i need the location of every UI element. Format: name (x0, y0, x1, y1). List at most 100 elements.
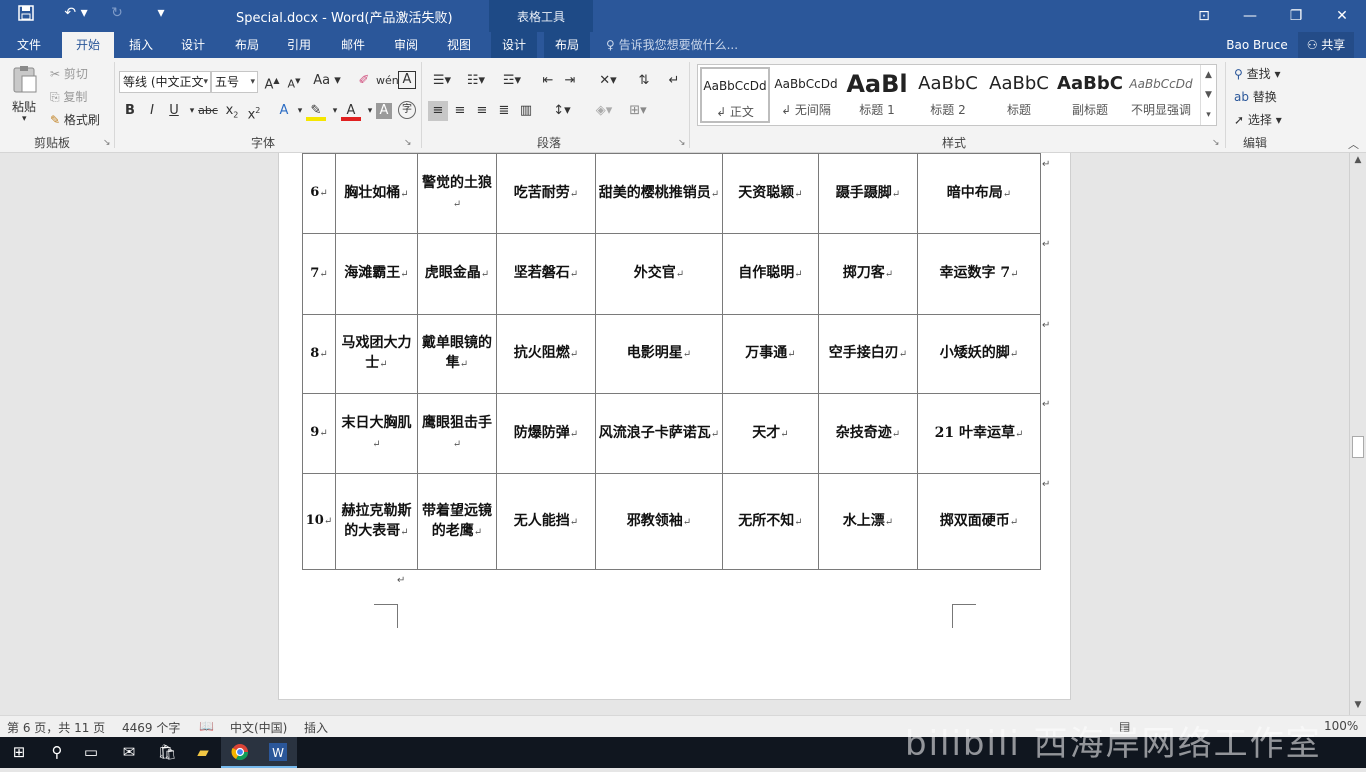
word-icon[interactable]: W (259, 737, 297, 768)
tab-table-design[interactable]: 设计 (491, 32, 537, 58)
tab-review[interactable]: 审阅 (383, 32, 429, 58)
zoom-level[interactable]: 100% (1324, 719, 1358, 733)
tab-mailings[interactable]: 邮件 (330, 32, 376, 58)
row-number[interactable]: 7↵ (302, 233, 336, 315)
tab-table-layout[interactable]: 布局 (544, 32, 590, 58)
page-count[interactable]: 第 6 页，共 11 页 (7, 719, 105, 736)
style-heading-1[interactable]: AaBl 标题 1 (842, 67, 912, 123)
minimize-button[interactable]: — (1227, 0, 1273, 32)
maximize-button[interactable]: ❐ (1273, 0, 1319, 32)
table-cell[interactable]: 天才↵ (722, 393, 819, 474)
table-cell[interactable]: 21 叶幸运草↵ (917, 393, 1041, 474)
table-cell[interactable]: 邪教领袖↵ (595, 473, 723, 570)
save-icon[interactable] (14, 5, 38, 25)
tell-me-box[interactable]: ♀ 告诉我您想要做什么... (606, 32, 756, 58)
enclose-characters-icon[interactable]: 字 (398, 101, 416, 119)
strikethrough-icon[interactable]: abc (198, 101, 218, 121)
user-name[interactable]: Bao Bruce (1222, 32, 1292, 58)
shading-icon[interactable]: ◈▾ (590, 101, 618, 121)
line-spacing-icon[interactable]: ↕▾ (548, 101, 576, 121)
table-cell[interactable]: 空手接白刃↵ (818, 314, 918, 394)
scroll-down-icon[interactable]: ▼ (1352, 700, 1364, 712)
collapse-ribbon-icon[interactable]: ︿ (1348, 136, 1359, 152)
font-size-combo[interactable]: 五号 ▾ (211, 71, 258, 93)
table-cell[interactable]: 警觉的土狼↵ (417, 153, 497, 234)
tab-file[interactable]: 文件 (6, 32, 52, 58)
row-number[interactable]: 8↵ (302, 314, 336, 394)
style-subtitle[interactable]: AaBbC 副标题 (1055, 67, 1125, 123)
tab-home[interactable]: 开始 (62, 32, 114, 58)
chinese-layout-icon[interactable]: ✕▾ (594, 71, 622, 91)
table-cell[interactable]: 无所不知↵ (722, 473, 819, 570)
file-explorer-icon[interactable]: ▰ (184, 737, 222, 768)
table-cell[interactable]: 赫拉克勒斯的大表哥↵ (335, 473, 418, 570)
paragraph-launcher-icon[interactable]: ↘ (678, 138, 686, 148)
table-cell[interactable]: 防爆防弹↵ (496, 393, 596, 474)
table-cell[interactable]: 海滩霸王↵ (335, 233, 418, 315)
shrink-font-icon[interactable]: A▼ (284, 71, 304, 91)
style-normal[interactable]: AaBbCcDd ↲ 正文 (700, 67, 770, 123)
table-cell[interactable]: 自作聪明↵ (722, 233, 819, 315)
language-indicator[interactable]: 中文(中国) (230, 719, 287, 736)
task-view-icon[interactable]: ▭ (72, 737, 110, 768)
table-cell[interactable]: 水上漂↵ (818, 473, 918, 570)
vertical-scrollbar[interactable]: ▲ ▼ (1349, 153, 1366, 715)
scroll-thumb[interactable] (1352, 436, 1364, 458)
table-cell[interactable]: 带着望远镜的老鹰↵ (417, 473, 497, 570)
windows-start-icon[interactable]: ⊞ (0, 737, 38, 768)
redo-icon[interactable]: ↻ (106, 5, 128, 25)
undo-icon[interactable]: ↶ ▾ (58, 5, 94, 25)
styles-launcher-icon[interactable]: ↘ (1212, 138, 1220, 148)
decrease-indent-icon[interactable]: ⇤ (538, 71, 558, 91)
sort-icon[interactable]: ⇅ (634, 71, 654, 91)
font-color-icon[interactable]: A (341, 101, 361, 121)
table-cell[interactable]: 电影明星↵ (595, 314, 723, 394)
format-painter-button[interactable]: ✎ 格式刷 (50, 111, 100, 128)
multilevel-list-icon[interactable]: ☲▾ (498, 71, 526, 91)
paste-dropdown-icon[interactable]: ▾ (22, 114, 27, 124)
ribbon-display-options-icon[interactable]: ⊡ (1181, 0, 1227, 32)
bold-icon[interactable]: B (120, 101, 140, 121)
table-cell[interactable]: 抗火阻燃↵ (496, 314, 596, 394)
clipboard-paste-icon[interactable] (10, 64, 42, 98)
bullets-icon[interactable]: ☰▾ (428, 71, 456, 91)
row-number[interactable]: 9↵ (302, 393, 336, 474)
table-cell[interactable]: 吃苦耐劳↵ (496, 153, 596, 234)
share-button[interactable]: ⚇ 共享 (1298, 32, 1354, 58)
font-launcher-icon[interactable]: ↘ (404, 138, 412, 148)
subscript-icon[interactable]: x2 (222, 101, 242, 121)
table-cell[interactable]: 暗中布局↵ (917, 153, 1041, 234)
table-cell[interactable]: 幸运数字 7↵ (917, 233, 1041, 315)
close-button[interactable]: ✕ (1319, 0, 1365, 32)
character-shading-icon[interactable]: A (376, 103, 392, 119)
word-count[interactable]: 4469 个字 (122, 719, 180, 736)
table-cell[interactable]: 小矮妖的脚↵ (917, 314, 1041, 394)
table-cell[interactable]: 甜美的樱桃推销员↵ (595, 153, 723, 234)
increase-indent-icon[interactable]: ⇥ (560, 71, 580, 91)
mail-icon[interactable]: ✉ (110, 737, 148, 768)
table-cell[interactable]: 掷刀客↵ (818, 233, 918, 315)
tab-insert[interactable]: 插入 (118, 32, 164, 58)
font-name-combo[interactable]: 等线 (中文正文 ▾ (119, 71, 211, 93)
align-left-icon[interactable]: ≡ (428, 101, 448, 121)
table-cell[interactable]: 胸壮如桶↵ (335, 153, 418, 234)
paste-button[interactable]: 粘贴 (12, 98, 36, 115)
table-cell[interactable]: 天资聪颖↵ (722, 153, 819, 234)
style-subtle-emphasis[interactable]: AaBbCcDd 不明显强调 (1126, 67, 1196, 123)
insert-mode[interactable]: 插入 (304, 719, 328, 736)
italic-icon[interactable]: I (142, 101, 162, 121)
align-center-icon[interactable]: ≡ (450, 101, 470, 121)
align-right-icon[interactable]: ≡ (472, 101, 492, 121)
table-cell[interactable]: 戴单眼镜的隼↵ (417, 314, 497, 394)
style-title[interactable]: AaBbC 标题 (984, 67, 1054, 123)
table-cell[interactable]: 末日大胸肌↵ (335, 393, 418, 474)
table-cell[interactable]: 马戏团大力士↵ (335, 314, 418, 394)
grow-font-icon[interactable]: A▲ (262, 71, 282, 92)
table-cell[interactable]: 坚若磐石↵ (496, 233, 596, 315)
chrome-icon[interactable] (221, 737, 259, 768)
search-icon[interactable]: ⚲ (38, 737, 76, 768)
select-button[interactable]: ➚ 选择 ▾ (1234, 111, 1282, 128)
copy-button[interactable]: ⎘ 复制 (50, 88, 87, 105)
table-cell[interactable]: 鹰眼狙击手↵ (417, 393, 497, 474)
styles-scroll[interactable]: ▲ ▼ ▾ (1200, 65, 1216, 125)
